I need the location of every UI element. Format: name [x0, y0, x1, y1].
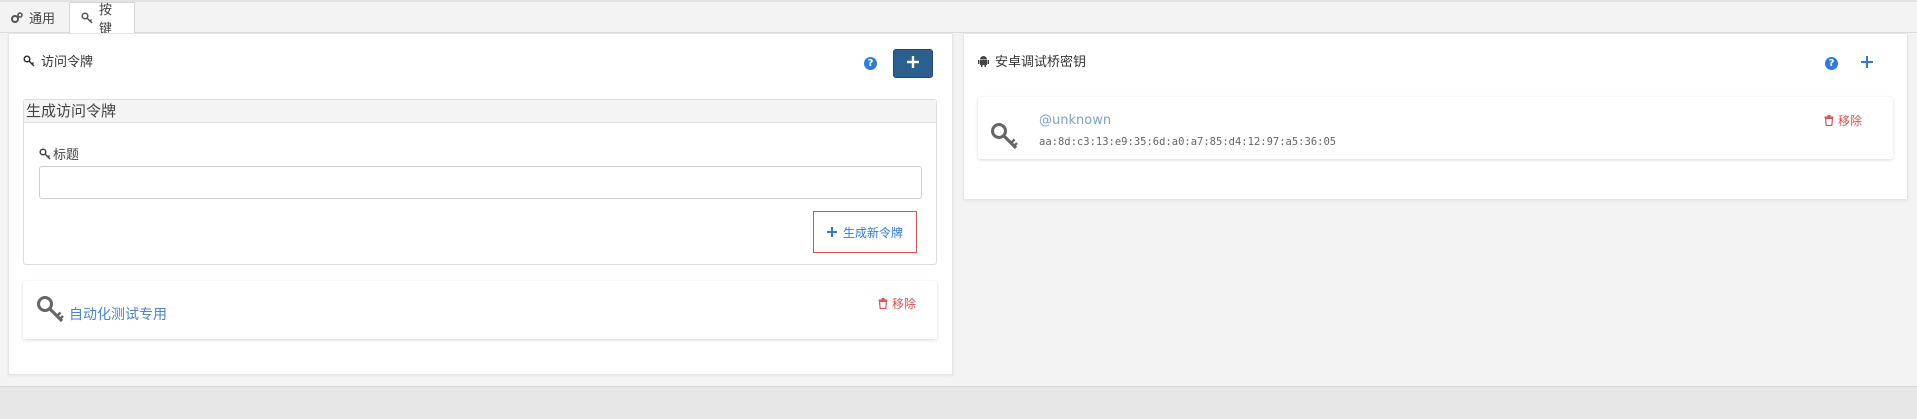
- title-field-label-text: 标题: [53, 148, 80, 163]
- plus-icon: [1861, 56, 1873, 72]
- key-icon: [23, 54, 35, 67]
- adb-keys-title: 安卓调试桥密钥: [978, 51, 1086, 70]
- generate-token-button[interactable]: 生成新令牌: [813, 211, 917, 253]
- adb-key-user: @unknown: [1039, 113, 1112, 128]
- remove-adb-key-label: 移除: [1838, 114, 1863, 128]
- title-field-label: 标题: [39, 144, 79, 163]
- help-icon[interactable]: ?: [864, 57, 877, 70]
- adb-key-fingerprint: aa:8d:c3:13:e9:35:6d:a0:a7:85:d4:12:97:a…: [1039, 136, 1337, 148]
- tab-keys[interactable]: 按键: [69, 2, 135, 37]
- trash-icon: [1824, 115, 1834, 126]
- tab-keys-label: 按键: [99, 3, 113, 37]
- adb-keys-panel: 安卓调试桥密钥 ? @unknown aa:8d:c3:13:e9:35:6d:…: [963, 33, 1908, 200]
- help-icon[interactable]: ?: [1825, 57, 1838, 70]
- adb-key-list-item: @unknown aa:8d:c3:13:e9:35:6d:a0:a7:85:d…: [978, 97, 1893, 159]
- key-icon: [36, 295, 64, 323]
- access-tokens-title-label: 访问令牌: [41, 55, 94, 70]
- generate-token-header: 生成访问令牌: [24, 100, 936, 123]
- key-icon: [39, 147, 51, 160]
- key-icon: [81, 12, 93, 24]
- tab-general[interactable]: 通用: [0, 2, 68, 33]
- footer-bar: [0, 386, 1917, 419]
- tab-bar-topline: [0, 0, 1917, 2]
- plus-icon: [826, 227, 837, 237]
- generate-token-form: 生成访问令牌 标题 生成新令牌: [23, 99, 937, 265]
- trash-icon: [878, 298, 888, 309]
- access-tokens-panel: 访问令牌 ? 生成访问令牌 标题 生成新令牌 自动化测试专用 移除: [8, 33, 953, 375]
- tab-bar: 通用 按键: [0, 0, 1917, 37]
- adb-keys-title-label: 安卓调试桥密钥: [995, 55, 1087, 70]
- generate-token-button-label: 生成新令牌: [842, 225, 903, 240]
- token-title-input[interactable]: [39, 166, 922, 199]
- android-icon: [978, 55, 989, 67]
- remove-token-button[interactable]: 移除: [878, 295, 916, 312]
- remove-token-label: 移除: [892, 297, 917, 311]
- key-icon: [990, 122, 1018, 150]
- token-name[interactable]: 自动化测试专用: [69, 304, 167, 324]
- remove-adb-key-button[interactable]: 移除: [1824, 112, 1862, 129]
- token-list-item: 自动化测试专用 移除: [23, 281, 937, 339]
- gears-icon: [11, 11, 23, 24]
- plus-icon: [907, 55, 919, 72]
- access-tokens-title: 访问令牌: [23, 51, 93, 70]
- add-adb-key-button[interactable]: [1859, 56, 1875, 72]
- tab-general-label: 通用: [29, 12, 56, 27]
- add-token-button[interactable]: [893, 49, 933, 78]
